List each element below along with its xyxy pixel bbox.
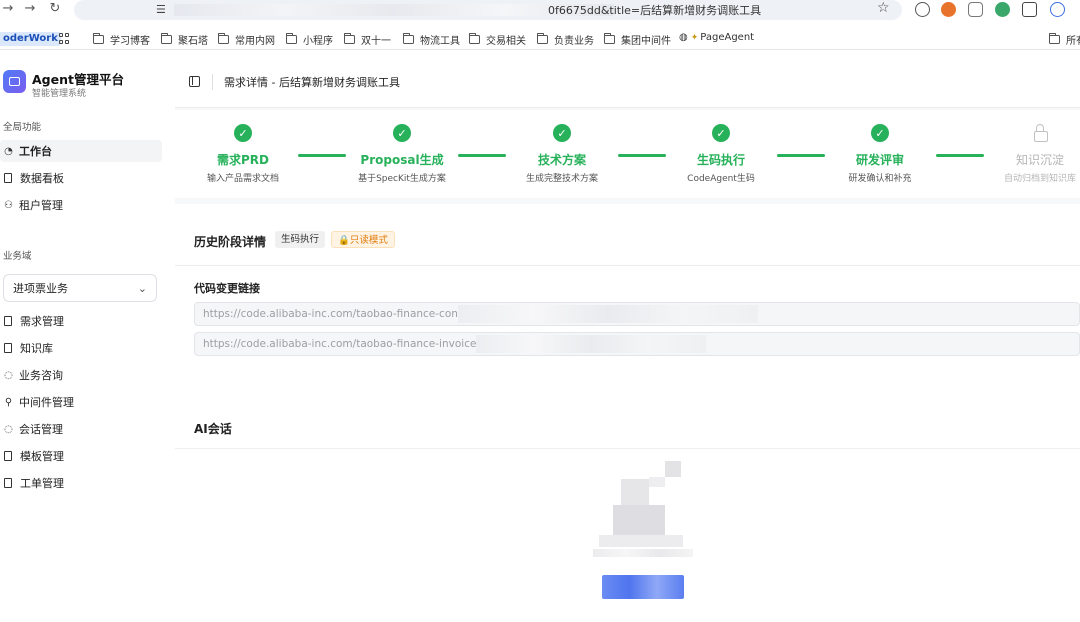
- forward-arrow-icon[interactable]: →: [22, 1, 38, 16]
- history-header: 历史阶段详情 生码执行 🔒只读模式: [175, 204, 1080, 266]
- extension-green-icon[interactable]: [995, 2, 1010, 17]
- sidebar-item-requirements[interactable]: 需求管理: [0, 310, 162, 332]
- globe-icon: ◍: [679, 32, 688, 43]
- profile-avatar-icon[interactable]: [1050, 2, 1065, 17]
- folder-icon: [161, 33, 172, 44]
- folder-icon: [403, 33, 414, 44]
- bookmark-folder[interactable]: 学习博客: [93, 32, 150, 47]
- sidebar-item-sessions[interactable]: ◌ 会话管理: [0, 418, 162, 440]
- bookmark-folder[interactable]: 常用内网: [218, 32, 275, 47]
- step-tech-plan[interactable]: ✓ 技术方案 生成完整技术方案: [497, 124, 627, 184]
- chat-icon: ◌: [4, 369, 13, 381]
- sidebar-item-workbench[interactable]: ◔ 工作台: [0, 140, 162, 162]
- bookmark-folder[interactable]: 聚石塔: [161, 32, 208, 47]
- dashboard-icon: ◔: [4, 145, 13, 157]
- extensions-puzzle-icon[interactable]: [1022, 2, 1037, 17]
- step-proposal[interactable]: ✓ Proposal生成 基于SpecKit生成方案: [337, 124, 467, 184]
- site-settings-icon[interactable]: ☰: [156, 3, 166, 16]
- sidebar-item-knowledge[interactable]: 知识库: [0, 337, 162, 359]
- plug-icon: ⚲: [4, 396, 13, 408]
- step-code-gen[interactable]: ✓ 生码执行 CodeAgent生码: [656, 124, 786, 184]
- step-review[interactable]: ✓ 研发评审 研发确认和补充: [815, 124, 945, 184]
- document-icon: [4, 451, 12, 461]
- document-icon: [4, 478, 12, 488]
- redacted-caption: [593, 549, 693, 557]
- sidebar-item-tickets[interactable]: 工单管理: [0, 472, 162, 494]
- lock-icon: [1033, 124, 1048, 142]
- code-link-input[interactable]: https://code.alibaba-inc.com/taobao-fina…: [194, 302, 1080, 326]
- url-text: 0f6675dd&title=后结算新增财务调账工具: [548, 4, 762, 17]
- stage-tag: 生码执行: [275, 231, 326, 248]
- history-title: 历史阶段详情: [194, 235, 267, 249]
- users-icon: ⚇: [4, 199, 13, 211]
- step-prd[interactable]: ✓ 需求PRD 输入产品需求文档: [178, 124, 308, 184]
- check-icon: ✓: [553, 124, 571, 142]
- folder-icon: [93, 33, 104, 44]
- check-icon: ✓: [393, 124, 411, 142]
- folder-icon: [604, 33, 615, 44]
- bookmark-folder[interactable]: 集团中间件: [604, 32, 671, 47]
- bookmark-folder[interactable]: 小程序: [286, 32, 333, 47]
- bookmark-folder[interactable]: 负责业务: [537, 32, 594, 47]
- address-bar[interactable]: ☰: [74, 0, 902, 20]
- check-icon: ✓: [712, 124, 730, 142]
- book-icon: [4, 343, 12, 353]
- business-domain-select[interactable]: 进项票业务 ⌄: [3, 274, 157, 302]
- sidebar-item-templates[interactable]: 模板管理: [0, 445, 162, 467]
- check-icon: ✓: [871, 124, 889, 142]
- check-icon: ✓: [234, 124, 252, 142]
- bookmark-folder-all[interactable]: 所有: [1049, 32, 1080, 47]
- robot-illustration-icon: [593, 461, 693, 551]
- ai-chat-header: AI会话: [175, 407, 1080, 449]
- extension-hand-icon[interactable]: [968, 2, 983, 17]
- extension-orange-icon[interactable]: [941, 2, 956, 17]
- apps-grid-icon[interactable]: [59, 33, 70, 44]
- sidebar-item-consult[interactable]: ◌ 业务咨询: [0, 364, 162, 386]
- code-link-input[interactable]: https://code.alibaba-inc.com/taobao-fina…: [194, 332, 1080, 356]
- global-section-label: 全局功能: [3, 122, 42, 133]
- folder-icon: [218, 33, 229, 44]
- bookmark-star-icon[interactable]: ☆: [877, 0, 890, 16]
- bookmark-folder[interactable]: 双十一: [344, 32, 391, 47]
- sidebar-item-tenants[interactable]: ⚇ 租户管理: [0, 194, 162, 216]
- header-divider: [212, 74, 213, 90]
- start-chat-button[interactable]: [602, 575, 684, 599]
- progress-steps: ✓ 需求PRD 输入产品需求文档 ✓ Proposal生成 基于SpecKit生…: [175, 110, 1080, 198]
- sidebar-item-data-board[interactable]: 数据看板: [0, 167, 162, 189]
- page-header: 需求详情 - 后结算新增财务调账工具: [175, 56, 1080, 108]
- redacted-text: [457, 305, 758, 323]
- folder-icon: [344, 33, 355, 44]
- app-subtitle: 智能管理系统: [32, 89, 87, 99]
- business-section-label: 业务域: [3, 251, 32, 262]
- ai-chat-card: AI会话: [175, 407, 1080, 622]
- bookmark-folder[interactable]: 物流工具: [403, 32, 460, 47]
- bookmark-folder[interactable]: 交易相关: [469, 32, 526, 47]
- folder-icon: [286, 33, 297, 44]
- toggle-sidebar-icon[interactable]: [189, 76, 200, 87]
- folder-icon: [537, 33, 548, 44]
- code-change-label: 代码变更链接: [194, 282, 260, 295]
- document-icon: [4, 173, 12, 183]
- extension-circle-icon[interactable]: [915, 2, 930, 17]
- redacted-text: [476, 335, 707, 353]
- page-title: 需求详情 - 后结算新增财务调账工具: [224, 76, 400, 89]
- reload-icon[interactable]: ↻: [47, 1, 63, 16]
- sidebar-item-middleware[interactable]: ⚲ 中间件管理: [0, 391, 162, 413]
- main-content: 需求详情 - 后结算新增财务调账工具 ✓ 需求PRD 输入产品需求文档 ✓ Pr…: [175, 56, 1080, 622]
- folder-icon: [469, 33, 480, 44]
- chevron-down-icon: ⌄: [137, 281, 147, 295]
- document-icon: [4, 316, 12, 326]
- step-knowledge: 知识沉淀 自动归档到知识库: [975, 124, 1080, 184]
- browser-toolbar: → → ↻ ☰ 0f6675dd&title=后结算新增财务调账工具 ☆: [0, 0, 1080, 20]
- chat-icon: ◌: [4, 423, 13, 435]
- ai-chat-title: AI会话: [194, 422, 232, 436]
- readonly-badge: 🔒只读模式: [331, 231, 395, 248]
- app-logo-icon: [3, 70, 26, 93]
- sparkle-icon: ✦: [690, 32, 699, 43]
- back-arrow-icon[interactable]: →: [0, 1, 16, 16]
- coderwork-bookmark[interactable]: oderWork: [0, 32, 61, 46]
- bookmark-pageagent[interactable]: ◍ ✦ PageAgent: [679, 32, 754, 43]
- sidebar: Agent管理平台 智能管理系统 全局功能 ◔ 工作台 数据看板 ⚇ 租户管理 …: [0, 51, 172, 622]
- folder-icon: [1049, 33, 1060, 44]
